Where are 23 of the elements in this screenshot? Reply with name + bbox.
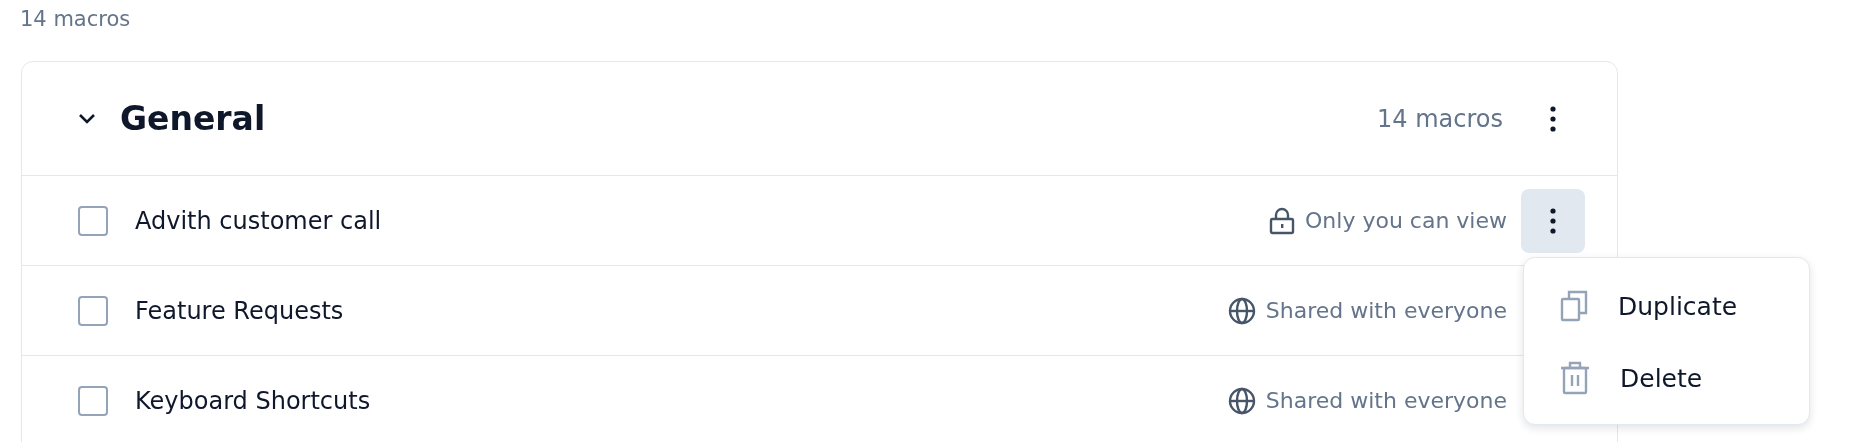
macro-count: 14 macros [20, 7, 131, 31]
globe-icon [1227, 386, 1256, 415]
checkbox[interactable] [78, 205, 108, 236]
menu-item[interactable]: Duplicate [1524, 270, 1809, 342]
menu-item[interactable]: Delete [1524, 342, 1809, 414]
visibility-label: Shared with everyone [1265, 298, 1507, 323]
lock-icon [1269, 206, 1295, 235]
checkbox[interactable] [78, 385, 108, 416]
trash-icon [1560, 361, 1590, 395]
more-button[interactable] [1521, 188, 1585, 253]
macro-name: Feature Requests [135, 296, 345, 325]
chevron-icon[interactable] [78, 113, 96, 124]
more-icon [1550, 105, 1556, 132]
group-count: 14 macros [1377, 104, 1503, 133]
checkbox[interactable] [78, 295, 108, 326]
group-title: General [120, 99, 267, 138]
more-icon [1550, 207, 1556, 234]
copy-icon [1560, 290, 1588, 322]
visibility-label: Shared with everyone [1265, 388, 1507, 413]
globe-icon [1227, 296, 1256, 325]
visibility-label: Only you can view [1305, 208, 1507, 233]
macro-name: Keyboard Shortcuts [135, 386, 372, 415]
macro-name: Advith customer call [135, 206, 383, 235]
